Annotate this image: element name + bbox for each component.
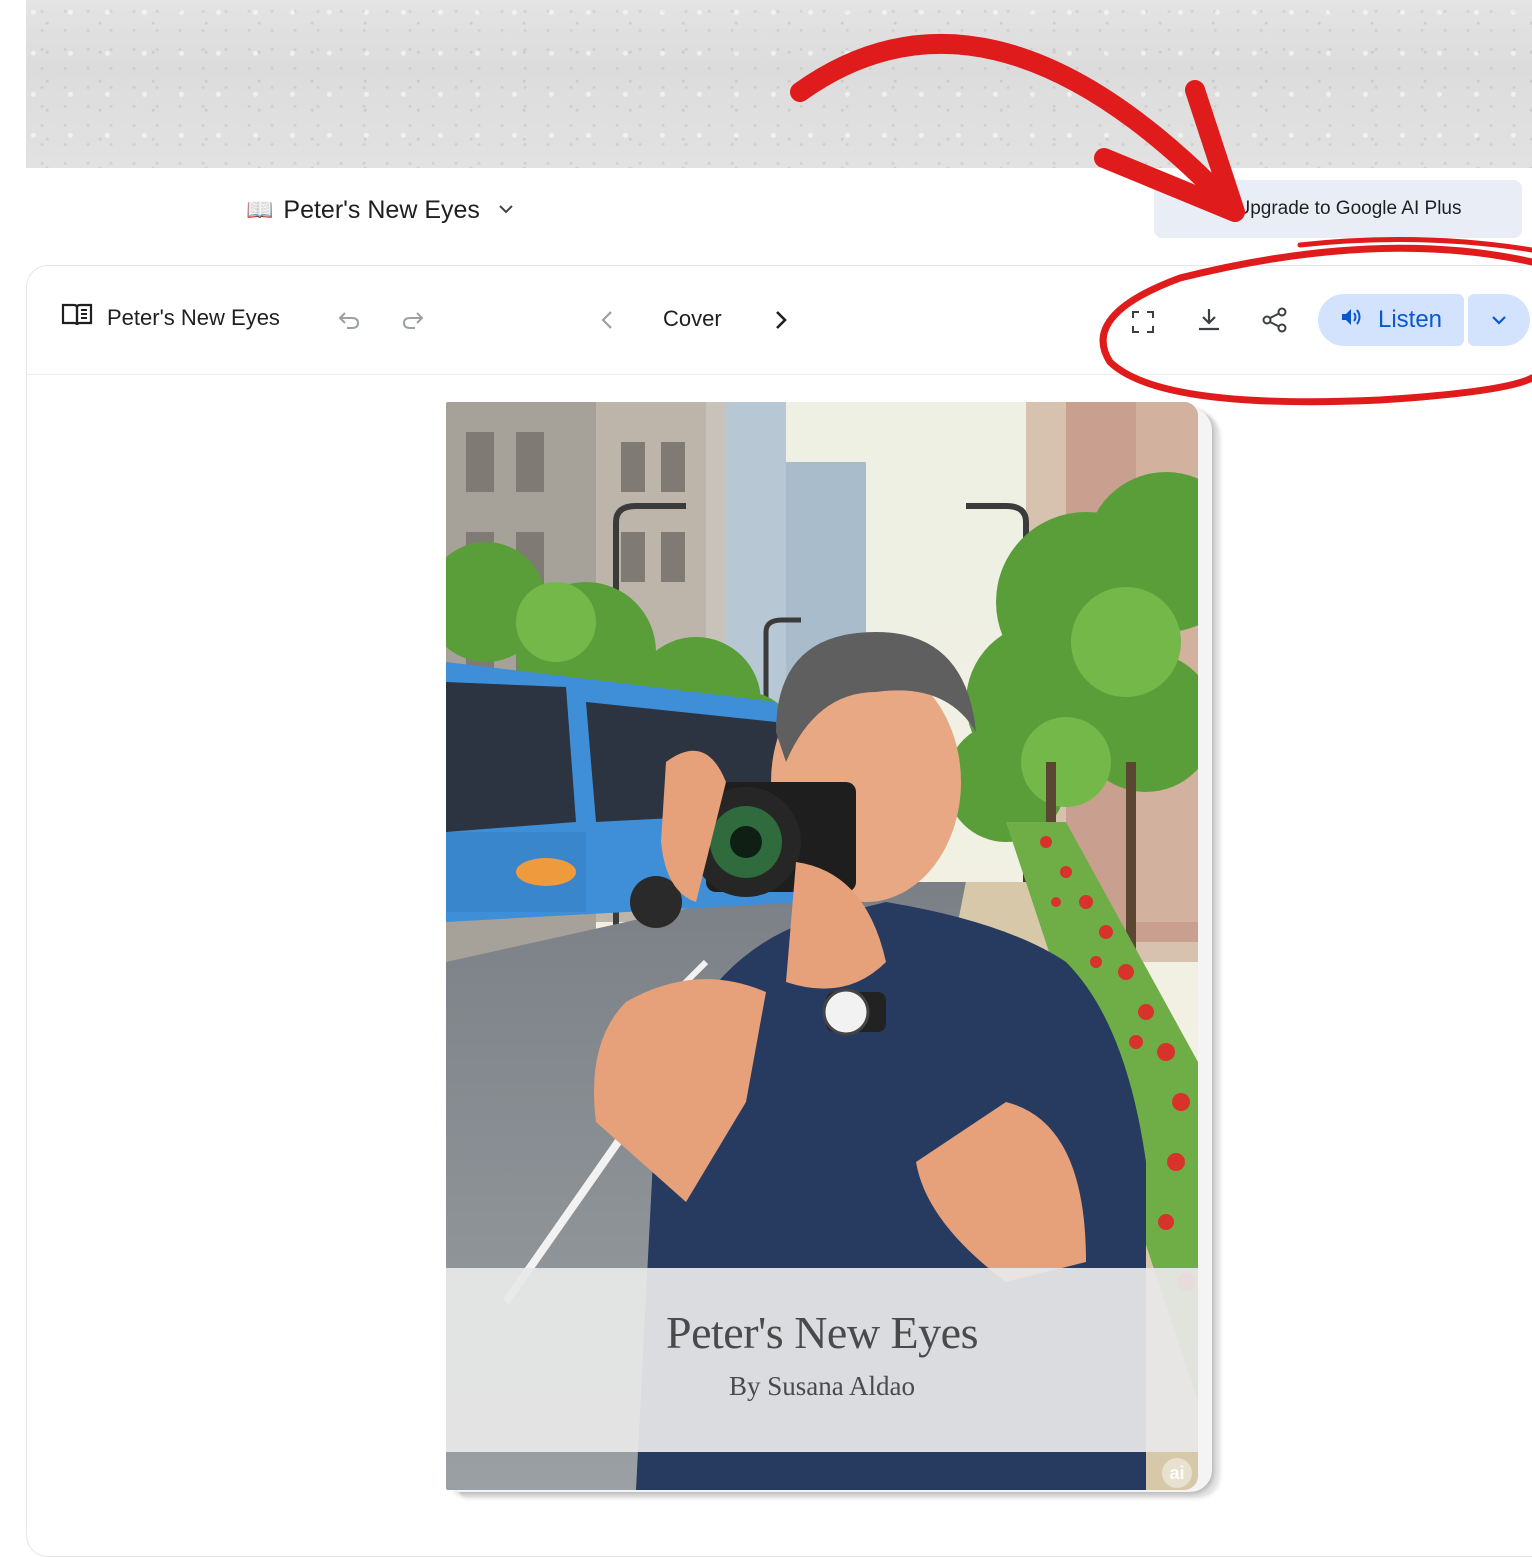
- editor-toolbar: Peter's New Eyes Cover Listen: [27, 266, 1532, 375]
- chevron-down-icon: [498, 201, 514, 219]
- redo-icon: [402, 312, 424, 329]
- left-margin: [0, 0, 26, 1513]
- document-title: Peter's New Eyes: [283, 195, 480, 224]
- download-icon: [1199, 309, 1219, 331]
- share-icon: [1262, 307, 1287, 333]
- chevron-down-icon: [1492, 316, 1506, 325]
- toolbar-book-title: Peter's New Eyes: [107, 305, 280, 330]
- current-page-label: Cover: [663, 306, 722, 331]
- cover-book-title: Peter's New Eyes: [666, 1307, 978, 1358]
- fullscreen-button[interactable]: [1123, 302, 1163, 342]
- previous-page-button[interactable]: [587, 300, 627, 340]
- gemini-spark-icon: [1214, 202, 1229, 218]
- download-button[interactable]: [1189, 300, 1229, 340]
- undo-icon: [338, 312, 360, 329]
- chevron-right-icon: [776, 311, 787, 329]
- document-switcher[interactable]: 📖 Peter's New Eyes: [246, 190, 514, 230]
- ai-generated-badge: ai: [1162, 1458, 1192, 1488]
- upgrade-label: Upgrade to Google AI Plus: [1236, 198, 1462, 219]
- listen-button[interactable]: Listen: [1318, 294, 1464, 346]
- textured-backdrop: [26, 0, 1532, 168]
- undo-button[interactable]: [329, 300, 369, 340]
- open-book-icon: 📖: [246, 197, 274, 222]
- listen-label: Listen: [1377, 306, 1443, 333]
- book-cover: Peter's New Eyes By Susana Aldao ai: [446, 402, 1198, 1490]
- next-page-button[interactable]: [761, 300, 801, 340]
- page-header: 📖 Peter's New Eyes Upgrade to Google AI …: [26, 168, 1532, 258]
- chevron-left-icon: [601, 311, 612, 329]
- storybook-cover-preview[interactable]: Peter's New Eyes By Susana Aldao ai: [446, 402, 1216, 1494]
- fullscreen-icon: [1132, 311, 1154, 333]
- cover-title-band: Peter's New Eyes By Susana Aldao: [446, 1268, 1198, 1452]
- listen-options-dropdown[interactable]: [1468, 294, 1530, 346]
- redo-button[interactable]: [393, 300, 433, 340]
- share-button[interactable]: [1255, 300, 1295, 340]
- book-outline-icon: [61, 302, 93, 334]
- speaker-icon: [1340, 306, 1364, 335]
- upgrade-button[interactable]: Upgrade to Google AI Plus: [1154, 180, 1522, 238]
- cover-book-author: By Susana Aldao: [729, 1371, 915, 1401]
- toolbar-title: Peter's New Eyes: [61, 302, 280, 334]
